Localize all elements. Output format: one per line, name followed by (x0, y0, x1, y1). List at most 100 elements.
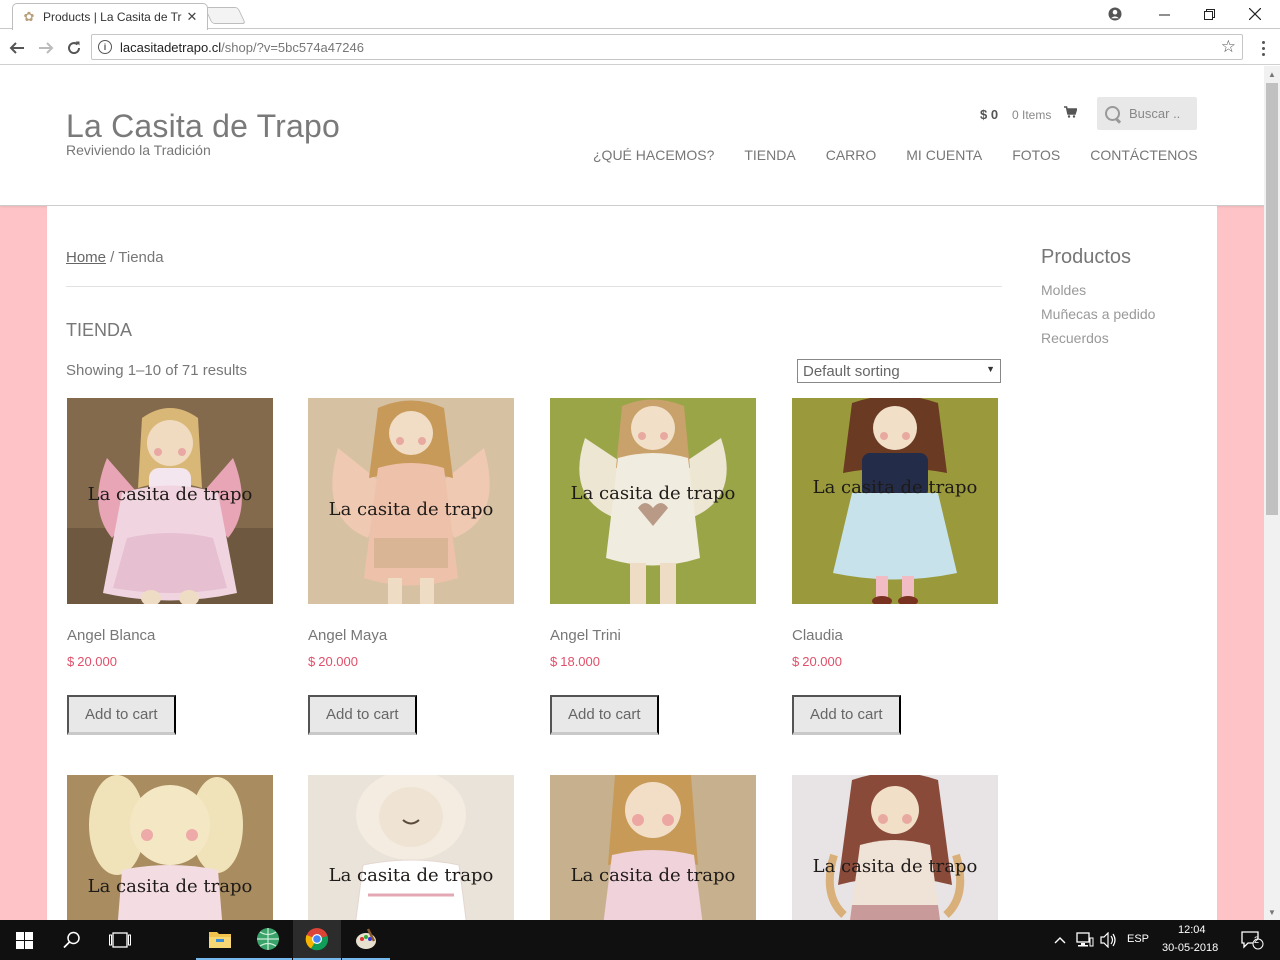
product-card: La casita de trapo Claudia $20.000 Add t… (792, 398, 998, 735)
breadcrumb-separator: / (106, 249, 119, 266)
product-image[interactable]: La casita de trapo (792, 398, 998, 604)
scroll-up-arrow-icon[interactable]: ▲ (1264, 66, 1280, 82)
clock-time[interactable]: 12:04 (1178, 924, 1206, 936)
watermark-text: La casita de trapo (812, 477, 978, 498)
nav-tienda[interactable]: TIENDA (744, 147, 795, 163)
product-image[interactable]: La casita de trapo (67, 398, 273, 604)
chrome-icon[interactable] (293, 920, 341, 960)
doll-photo-icon (792, 398, 998, 604)
watermark-text: La casita de trapo (87, 484, 253, 505)
product-image[interactable]: La casita de trapo (308, 775, 514, 920)
new-tab-button[interactable] (204, 7, 246, 24)
product-card: La casita de trapo (550, 775, 756, 920)
close-tab-icon[interactable]: ✕ (185, 9, 199, 25)
main-content: Home / Tienda TIENDA Showing 1–10 of 71 … (47, 206, 1217, 920)
product-name[interactable]: Claudia (792, 627, 843, 644)
add-to-cart-button[interactable]: Add to cart (67, 695, 176, 735)
tray-overflow-icon[interactable] (1052, 920, 1068, 960)
watermark-text: La casita de trapo (570, 865, 736, 886)
watermark-text: La casita de trapo (812, 856, 978, 877)
sidebar-link-munecas-a-pedido[interactable]: Muñecas a pedido (1041, 302, 1155, 326)
product-name[interactable]: Angel Trini (550, 627, 621, 644)
product-card: La casita de trapo (792, 775, 998, 920)
site-favicon-icon: ✿ (23, 9, 35, 24)
forward-icon[interactable] (32, 34, 60, 62)
search-taskbar-icon[interactable] (48, 920, 96, 960)
url-path: /shop/?v=5bc574a47246 (221, 39, 364, 55)
keyboard-language[interactable]: ESP (1127, 933, 1149, 945)
address-bar[interactable]: i lacasitadetrapo.cl/shop/?v=5bc574a4724… (91, 34, 1243, 60)
minimize-icon[interactable] (1141, 0, 1187, 28)
product-card: La casita de trapo (67, 775, 273, 920)
product-name[interactable]: Angel Blanca (67, 627, 155, 644)
site-info-icon[interactable]: i (98, 40, 112, 54)
scroll-down-arrow-icon[interactable]: ▼ (1264, 904, 1280, 920)
restore-icon[interactable] (1186, 0, 1232, 28)
price-currency: $ (550, 654, 558, 669)
network-icon[interactable] (1074, 920, 1096, 960)
product-card: La casita de trapo Angel Maya $20.000 Ad… (308, 398, 514, 735)
add-to-cart-button[interactable]: Add to cart (308, 695, 417, 735)
taskbar: ESP 12:04 30-05-2018 2 (0, 920, 1280, 960)
nav-que-hacemos[interactable]: ¿QUÉ HACEMOS? (593, 147, 714, 163)
back-icon[interactable] (3, 34, 31, 62)
nav-carro[interactable]: CARRO (826, 147, 877, 163)
url-host: lacasitadetrapo.cl (120, 39, 222, 55)
site-title[interactable]: La Casita de Trapo (66, 108, 340, 145)
product-name[interactable]: Angel Maya (308, 627, 387, 644)
notifications-icon[interactable]: 2 (1232, 920, 1272, 960)
product-image[interactable]: La casita de trapo (67, 775, 273, 920)
paint-app-icon[interactable] (342, 920, 390, 960)
price-amount: 18.000 (560, 654, 600, 669)
browser-tab-strip: ✿ Products | La Casita de Tr ✕ (0, 0, 1280, 30)
browser-tab[interactable]: ✿ Products | La Casita de Tr ✕ (12, 3, 208, 30)
windows-start-icon[interactable] (0, 920, 48, 960)
search-icon[interactable] (1103, 104, 1123, 124)
nav-mi-cuenta[interactable]: MI CUENTA (906, 147, 982, 163)
add-to-cart-button[interactable]: Add to cart (550, 695, 659, 735)
price-currency: $ (308, 654, 316, 669)
add-to-cart-button[interactable]: Add to cart (792, 695, 901, 735)
close-window-icon[interactable] (1232, 0, 1278, 28)
globe-app-icon[interactable] (244, 920, 292, 960)
task-view-icon[interactable] (96, 920, 144, 960)
bunny-photo-icon (67, 775, 273, 920)
reload-icon[interactable] (60, 34, 88, 62)
cart-icon[interactable] (1064, 106, 1078, 121)
cart-total[interactable]: $ 0 (980, 107, 998, 122)
sorting-select[interactable]: Default sorting ▼ (797, 359, 1001, 383)
page-scrollbar[interactable]: ▲ ▼ (1264, 66, 1280, 920)
breadcrumb-home-link[interactable]: Home (66, 249, 106, 266)
volume-icon[interactable] (1098, 920, 1120, 960)
notification-count: 2 (1254, 935, 1260, 945)
product-image[interactable]: La casita de trapo (792, 775, 998, 920)
doll-photo-icon (792, 775, 998, 920)
product-price: $20.000 (792, 654, 842, 669)
search-input[interactable] (1129, 106, 1189, 121)
page-title: TIENDA (66, 320, 133, 340)
site-tagline: Reviviendo la Tradición (66, 142, 211, 158)
doll-photo-icon (550, 775, 756, 920)
product-image[interactable]: La casita de trapo (308, 398, 514, 604)
price-currency: $ (792, 654, 800, 669)
sidebar-link-recuerdos[interactable]: Recuerdos (1041, 326, 1155, 350)
product-image[interactable]: La casita de trapo (550, 398, 756, 604)
browser-menu-icon[interactable] (1255, 34, 1271, 62)
breadcrumb-current: Tienda (118, 249, 164, 266)
sidebar-heading: Productos (1041, 246, 1132, 268)
sidebar-link-moldes[interactable]: Moldes (1041, 278, 1155, 302)
scrollbar-thumb[interactable] (1266, 83, 1278, 515)
nav-contactenos[interactable]: CONTÁCTENOS (1090, 147, 1197, 163)
search-box[interactable] (1097, 97, 1197, 130)
product-price: $20.000 (308, 654, 358, 669)
result-count: Showing 1–10 of 71 results (66, 362, 247, 379)
dropdown-arrow-icon: ▼ (986, 364, 995, 374)
clock-date[interactable]: 30-05-2018 (1162, 942, 1218, 954)
product-image[interactable]: La casita de trapo (550, 775, 756, 920)
nav-fotos[interactable]: FOTOS (1012, 147, 1060, 163)
cart-items-count[interactable]: 0 Items (1012, 108, 1051, 122)
divider (66, 286, 1002, 287)
bookmark-star-icon[interactable]: ☆ (1221, 37, 1236, 57)
profile-icon[interactable] (1092, 0, 1138, 28)
file-explorer-icon[interactable] (196, 920, 244, 960)
